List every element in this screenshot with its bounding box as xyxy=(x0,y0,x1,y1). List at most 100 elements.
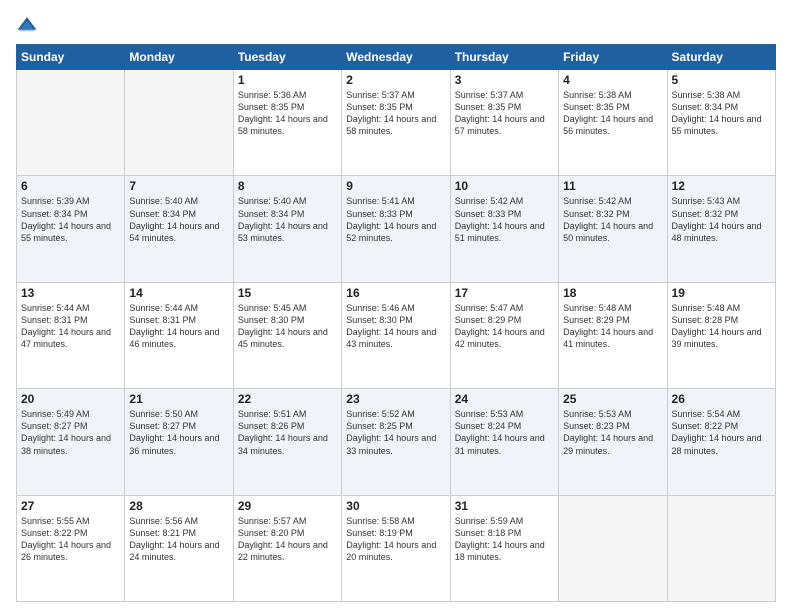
page: SundayMondayTuesdayWednesdayThursdayFrid… xyxy=(0,0,792,612)
day-number: 19 xyxy=(672,286,771,300)
day-number: 3 xyxy=(455,73,554,87)
day-number: 8 xyxy=(238,179,337,193)
calendar-cell: 20Sunrise: 5:49 AM Sunset: 8:27 PM Dayli… xyxy=(17,389,125,495)
header xyxy=(16,14,776,36)
weekday-header-wednesday: Wednesday xyxy=(342,45,450,70)
cell-info: Sunrise: 5:53 AM Sunset: 8:24 PM Dayligh… xyxy=(455,408,554,457)
calendar-cell: 10 Sunrise: 5:42 AM Sunset: 8:33 PM Dayli… xyxy=(450,176,558,282)
day-number: 27 xyxy=(21,499,120,513)
calendar-cell: 6 Sunrise: 5:39 AM Sunset: 8:34 PM Daylig… xyxy=(17,176,125,282)
day-number: 12 xyxy=(672,179,771,193)
calendar-cell: 26 Sunrise: 5:54 AM Sunset: 8:22 PM Dayli… xyxy=(667,389,775,495)
day-number: 15 xyxy=(238,286,337,300)
day-number: 5 xyxy=(672,73,771,87)
day-number: 2 xyxy=(346,73,445,87)
calendar-cell: 31Sunrise: 5:59 AM Sunset: 8:18 PM Dayli… xyxy=(450,495,558,601)
weekday-header-sunday: Sunday xyxy=(17,45,125,70)
day-number: 1 xyxy=(238,73,337,87)
day-number: 6 xyxy=(21,179,120,193)
day-number: 13 xyxy=(21,286,120,300)
calendar: SundayMondayTuesdayWednesdayThursdayFrid… xyxy=(16,44,776,602)
cell-info: Sunrise: 5:41 AM Sunset: 8:33 PM Dayligh… xyxy=(346,195,445,244)
calendar-cell: 3 Sunrise: 5:37 AM Sunset: 8:35 PM Daylig… xyxy=(450,70,558,176)
day-number: 20 xyxy=(21,392,120,406)
cell-info: Sunrise: 5:53 AM Sunset: 8:23 PM Dayligh… xyxy=(563,408,662,457)
day-number: 18 xyxy=(563,286,662,300)
cell-info: Sunrise: 5:40 AM Sunset: 8:34 PM Dayligh… xyxy=(238,195,337,244)
week-row-4: 20Sunrise: 5:49 AM Sunset: 8:27 PM Dayli… xyxy=(17,389,776,495)
day-number: 17 xyxy=(455,286,554,300)
weekday-header-saturday: Saturday xyxy=(667,45,775,70)
week-row-1: 1 Sunrise: 5:36 AM Sunset: 8:35 PM Daylig… xyxy=(17,70,776,176)
cell-info: Sunrise: 5:55 AM Sunset: 8:22 PM Dayligh… xyxy=(21,515,120,564)
weekday-header-friday: Friday xyxy=(559,45,667,70)
calendar-cell: 1 Sunrise: 5:36 AM Sunset: 8:35 PM Daylig… xyxy=(233,70,341,176)
cell-info: Sunrise: 5:38 AM Sunset: 8:35 PM Dayligh… xyxy=(563,89,662,138)
week-row-3: 13 Sunrise: 5:44 AM Sunset: 8:31 PM Dayli… xyxy=(17,282,776,388)
calendar-cell: 4 Sunrise: 5:38 AM Sunset: 8:35 PM Daylig… xyxy=(559,70,667,176)
calendar-cell: 14 Sunrise: 5:44 AM Sunset: 8:31 PM Dayli… xyxy=(125,282,233,388)
calendar-cell: 22Sunrise: 5:51 AM Sunset: 8:26 PM Dayli… xyxy=(233,389,341,495)
calendar-cell: 12 Sunrise: 5:43 AM Sunset: 8:32 PM Dayli… xyxy=(667,176,775,282)
calendar-cell: 29Sunrise: 5:57 AM Sunset: 8:20 PM Dayli… xyxy=(233,495,341,601)
cell-info: Sunrise: 5:57 AM Sunset: 8:20 PM Dayligh… xyxy=(238,515,337,564)
calendar-cell: 28Sunrise: 5:56 AM Sunset: 8:21 PM Dayli… xyxy=(125,495,233,601)
cell-info: Sunrise: 5:54 AM Sunset: 8:22 PM Dayligh… xyxy=(672,408,771,457)
day-number: 4 xyxy=(563,73,662,87)
calendar-cell: 17 Sunrise: 5:47 AM Sunset: 8:29 PM Dayli… xyxy=(450,282,558,388)
calendar-cell: 9 Sunrise: 5:41 AM Sunset: 8:33 PM Daylig… xyxy=(342,176,450,282)
day-number: 9 xyxy=(346,179,445,193)
weekday-header-monday: Monday xyxy=(125,45,233,70)
cell-info: Sunrise: 5:36 AM Sunset: 8:35 PM Dayligh… xyxy=(238,89,337,138)
calendar-cell: 23 Sunrise: 5:52 AM Sunset: 8:25 PM Dayli… xyxy=(342,389,450,495)
cell-info: Sunrise: 5:37 AM Sunset: 8:35 PM Dayligh… xyxy=(346,89,445,138)
cell-info: Sunrise: 5:37 AM Sunset: 8:35 PM Dayligh… xyxy=(455,89,554,138)
cell-info: Sunrise: 5:51 AM Sunset: 8:26 PM Dayligh… xyxy=(238,408,337,457)
day-number: 23 xyxy=(346,392,445,406)
day-number: 10 xyxy=(455,179,554,193)
weekday-header-tuesday: Tuesday xyxy=(233,45,341,70)
calendar-cell xyxy=(559,495,667,601)
cell-info: Sunrise: 5:44 AM Sunset: 8:31 PM Dayligh… xyxy=(129,302,228,351)
cell-info: Sunrise: 5:42 AM Sunset: 8:33 PM Dayligh… xyxy=(455,195,554,244)
weekday-header-thursday: Thursday xyxy=(450,45,558,70)
cell-info: Sunrise: 5:43 AM Sunset: 8:32 PM Dayligh… xyxy=(672,195,771,244)
cell-info: Sunrise: 5:42 AM Sunset: 8:32 PM Dayligh… xyxy=(563,195,662,244)
calendar-cell: 2 Sunrise: 5:37 AM Sunset: 8:35 PM Daylig… xyxy=(342,70,450,176)
week-row-5: 27 Sunrise: 5:55 AM Sunset: 8:22 PM Dayli… xyxy=(17,495,776,601)
day-number: 30 xyxy=(346,499,445,513)
calendar-cell: 27 Sunrise: 5:55 AM Sunset: 8:22 PM Dayli… xyxy=(17,495,125,601)
calendar-cell: 13 Sunrise: 5:44 AM Sunset: 8:31 PM Dayli… xyxy=(17,282,125,388)
cell-info: Sunrise: 5:59 AM Sunset: 8:18 PM Dayligh… xyxy=(455,515,554,564)
day-number: 16 xyxy=(346,286,445,300)
cell-info: Sunrise: 5:45 AM Sunset: 8:30 PM Dayligh… xyxy=(238,302,337,351)
day-number: 11 xyxy=(563,179,662,193)
cell-info: Sunrise: 5:38 AM Sunset: 8:34 PM Dayligh… xyxy=(672,89,771,138)
week-row-2: 6 Sunrise: 5:39 AM Sunset: 8:34 PM Daylig… xyxy=(17,176,776,282)
calendar-cell: 21 Sunrise: 5:50 AM Sunset: 8:27 PM Dayli… xyxy=(125,389,233,495)
calendar-cell: 18Sunrise: 5:48 AM Sunset: 8:29 PM Dayli… xyxy=(559,282,667,388)
cell-info: Sunrise: 5:50 AM Sunset: 8:27 PM Dayligh… xyxy=(129,408,228,457)
calendar-cell: 19Sunrise: 5:48 AM Sunset: 8:28 PM Dayli… xyxy=(667,282,775,388)
day-number: 24 xyxy=(455,392,554,406)
calendar-cell: 16 Sunrise: 5:46 AM Sunset: 8:30 PM Dayli… xyxy=(342,282,450,388)
calendar-cell: 30Sunrise: 5:58 AM Sunset: 8:19 PM Dayli… xyxy=(342,495,450,601)
logo xyxy=(16,14,42,36)
cell-info: Sunrise: 5:44 AM Sunset: 8:31 PM Dayligh… xyxy=(21,302,120,351)
cell-info: Sunrise: 5:39 AM Sunset: 8:34 PM Dayligh… xyxy=(21,195,120,244)
day-number: 28 xyxy=(129,499,228,513)
cell-info: Sunrise: 5:52 AM Sunset: 8:25 PM Dayligh… xyxy=(346,408,445,457)
calendar-cell xyxy=(17,70,125,176)
cell-info: Sunrise: 5:46 AM Sunset: 8:30 PM Dayligh… xyxy=(346,302,445,351)
day-number: 25 xyxy=(563,392,662,406)
day-number: 26 xyxy=(672,392,771,406)
cell-info: Sunrise: 5:47 AM Sunset: 8:29 PM Dayligh… xyxy=(455,302,554,351)
day-number: 7 xyxy=(129,179,228,193)
weekday-header-row: SundayMondayTuesdayWednesdayThursdayFrid… xyxy=(17,45,776,70)
day-number: 14 xyxy=(129,286,228,300)
calendar-cell xyxy=(125,70,233,176)
calendar-cell: 8 Sunrise: 5:40 AM Sunset: 8:34 PM Daylig… xyxy=(233,176,341,282)
cell-info: Sunrise: 5:40 AM Sunset: 8:34 PM Dayligh… xyxy=(129,195,228,244)
day-number: 21 xyxy=(129,392,228,406)
calendar-cell: 24 Sunrise: 5:53 AM Sunset: 8:24 PM Dayli… xyxy=(450,389,558,495)
